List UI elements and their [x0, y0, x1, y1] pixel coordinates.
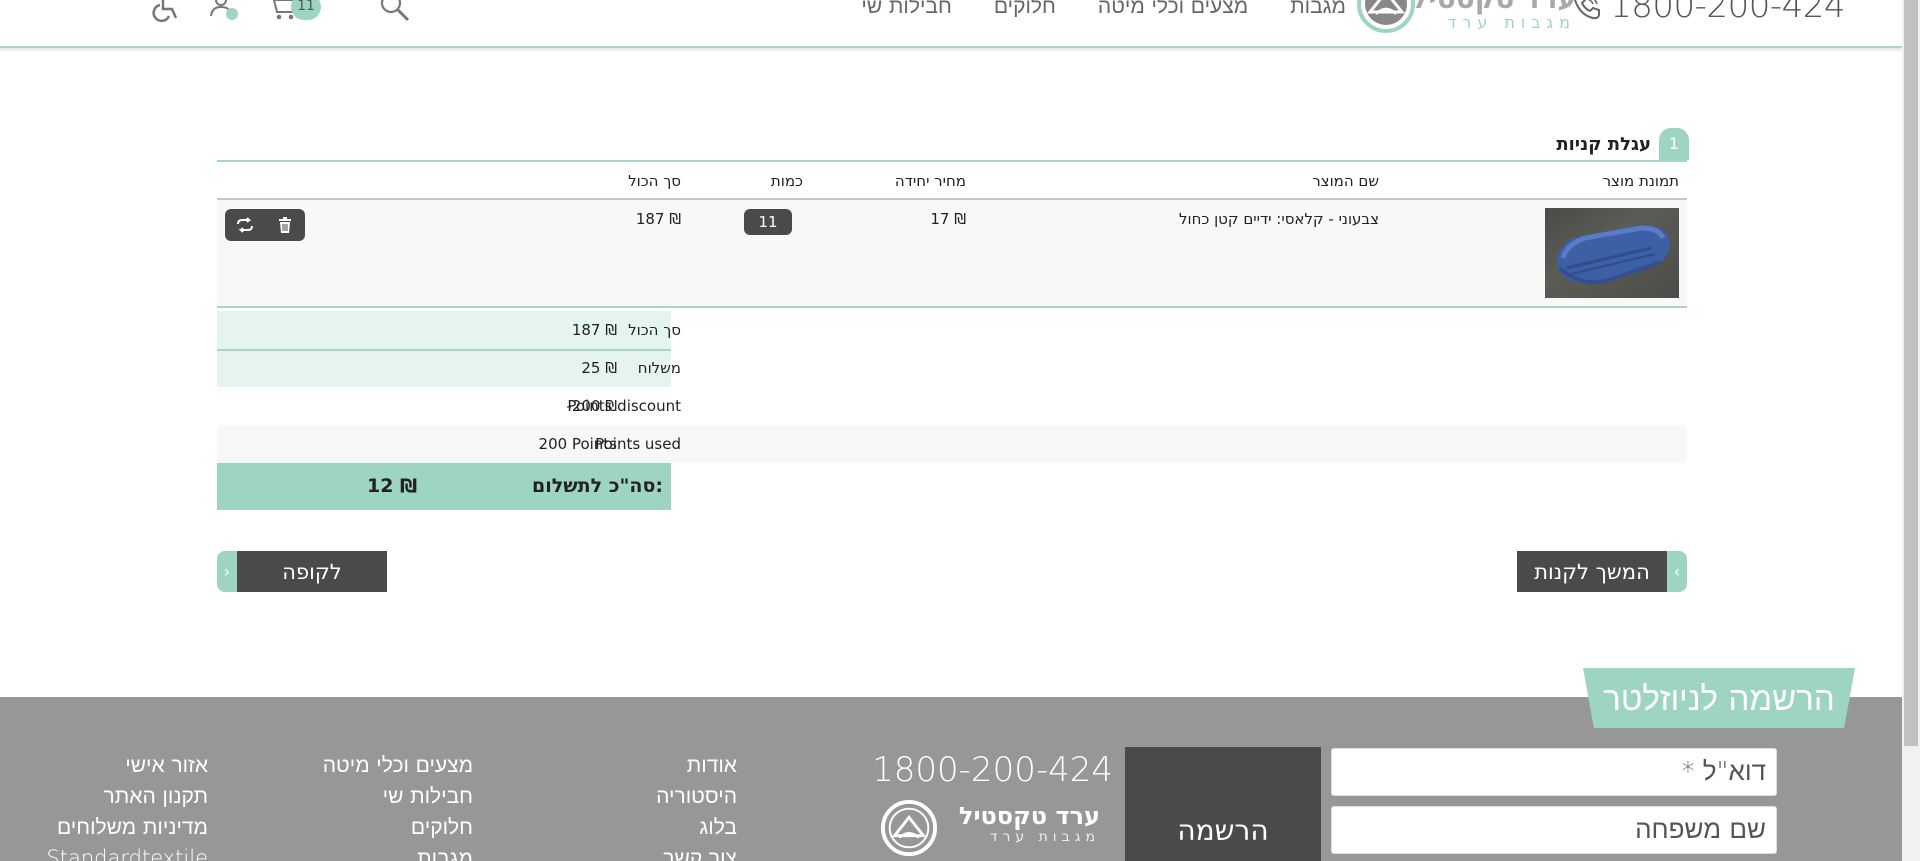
summary-subtotal: סך הכול 187 ₪: [217, 311, 1687, 349]
footer-link[interactable]: Standardtextile: [46, 843, 208, 861]
scrollbar-thumb[interactable]: [1904, 0, 1918, 746]
search-icon[interactable]: [378, 0, 412, 22]
footer-logo[interactable]: ערד טקסטיל מגבות ערד: [880, 797, 1100, 861]
logo-subtitle: מגבות ערד: [1447, 13, 1576, 32]
checkout-label: לקופה: [237, 551, 387, 592]
header-phone[interactable]: 1800-200-424: [1570, 0, 1845, 26]
update-button[interactable]: [231, 211, 259, 239]
product-image[interactable]: [1545, 208, 1679, 298]
col-header-total: סך הכול: [628, 172, 681, 190]
footer-link[interactable]: תקנון האתר: [46, 781, 208, 812]
newsletter-submit-button[interactable]: הרשמה: [1125, 747, 1321, 861]
continue-shopping-button[interactable]: ‹ המשך לקנות: [1517, 551, 1687, 592]
footer-link[interactable]: מצעים וכלי מיטה: [323, 750, 473, 781]
nav-item-bedding[interactable]: מצעים וכלי מיטה: [1098, 0, 1248, 19]
cart-table: תמונת מוצר שם המוצר מחיר יחידה כמות סך ה…: [217, 160, 1687, 308]
footer-link[interactable]: בלוג: [656, 812, 737, 843]
logo-title: ערד טקסטיל: [1411, 0, 1576, 14]
header-phone-number: 1800-200-424: [1610, 0, 1845, 26]
chevron-right-icon: ›: [217, 551, 237, 592]
col-header-image: תמונת מוצר: [1602, 172, 1679, 190]
col-header-unit-price: מחיר יחידה: [894, 172, 966, 190]
row-actions: [225, 209, 305, 241]
step-badge: 1: [1659, 128, 1689, 160]
logo-emblem-icon: [1357, 0, 1415, 33]
footer-link[interactable]: צור קשר: [656, 843, 737, 861]
cart-table-header: תמונת מוצר שם המוצר מחיר יחידה כמות סך ה…: [217, 162, 1687, 200]
points-discount-value: -200 ₪: [566, 397, 617, 415]
accessibility-icon[interactable]: [150, 0, 184, 22]
subtotal-value: 187 ₪: [571, 321, 617, 339]
summary-shipping: משלוח 25 ₪: [217, 349, 1687, 387]
header-logo[interactable]: ערד טקסטיל מגבות ערד: [1356, 0, 1576, 34]
quantity-field[interactable]: 11: [744, 209, 792, 235]
footer-link[interactable]: מדיניות משלוחים: [46, 812, 208, 843]
points-used-value: 200 Points: [538, 435, 617, 453]
footer-link[interactable]: אודות: [656, 750, 737, 781]
footer-link[interactable]: מגבות: [323, 843, 473, 861]
summary-points-used: Points used 200 Points: [217, 425, 1687, 463]
site-header: 1800-200-424 ערד טקסטיל מגבות ערד מגבות …: [0, 0, 1902, 48]
main-nav: מגבות מצעים וכלי מיטה חלוקים חבילות שי: [861, 0, 1346, 19]
footer-links-products: מצעים וכלי מיטה חבילות שי חלוקים מגבות: [323, 750, 473, 861]
footer-link[interactable]: היסטוריה: [656, 781, 737, 812]
cart-title: עגלת קניות: [1556, 133, 1651, 155]
refresh-icon: [237, 217, 253, 233]
footer-logo-subtitle: מגבות ערד: [989, 829, 1100, 845]
col-header-name: שם המוצר: [1312, 172, 1379, 190]
footer-link[interactable]: חבילות שי: [323, 781, 473, 812]
header-icons: [150, 0, 412, 22]
footer-logo-title: ערד טקסטיל: [958, 802, 1100, 830]
newsletter-title: הרשמה לניוזלטר: [1583, 668, 1855, 728]
footer-phone[interactable]: 1800-200-424: [872, 750, 1113, 790]
checkout-button[interactable]: › לקופה: [217, 551, 387, 592]
grand-total-value: 12 ₪: [367, 475, 418, 497]
footer-link[interactable]: אזור אישי: [46, 750, 208, 781]
shipping-label: משלוח: [637, 359, 681, 377]
footer-links-about: אודות היסטוריה בלוג צור קשר: [656, 750, 737, 861]
line-total: 187 ₪: [635, 210, 681, 228]
chevron-left-icon: ‹: [1667, 551, 1687, 592]
summary-points-discount: Points discount -200 ₪: [217, 387, 1687, 425]
footer-link[interactable]: חלוקים: [323, 812, 473, 843]
lastname-field[interactable]: [1331, 806, 1777, 854]
grand-total-label: סה"כ לתשלום:: [532, 475, 663, 497]
subtotal-label: סך הכול: [628, 321, 681, 339]
logo-emblem-icon: [880, 799, 938, 857]
shipping-value: 25 ₪: [581, 359, 617, 377]
cart-heading: 1 עגלת קניות: [1556, 128, 1689, 160]
footer-links-account: אזור אישי תקנון האתר מדיניות משלוחים Sta…: [46, 750, 208, 861]
nav-item-gift-packages[interactable]: חבילות שי: [861, 0, 951, 19]
grand-total: סה"כ לתשלום: 12 ₪: [217, 463, 671, 510]
email-field[interactable]: [1331, 748, 1777, 796]
delete-button[interactable]: [271, 211, 299, 239]
col-header-quantity: כמות: [770, 172, 803, 190]
nav-item-towels[interactable]: מגבות: [1290, 0, 1346, 19]
user-points-icon[interactable]: [208, 0, 242, 22]
page-scrollbar[interactable]: [1902, 0, 1920, 861]
trash-icon: [279, 217, 291, 233]
order-summary: סך הכול 187 ₪ משלוח 25 ₪ Points discount…: [217, 311, 1687, 510]
nav-item-robes[interactable]: חלוקים: [994, 0, 1056, 19]
continue-shopping-label: המשך לקנות: [1517, 551, 1667, 592]
table-row: צבעוני - קלאסי: ידיים קטן כחול 17 ₪ 11 1…: [217, 200, 1687, 308]
unit-price: 17 ₪: [930, 210, 966, 228]
product-name[interactable]: צבעוני - קלאסי: ידיים קטן כחול: [1179, 210, 1379, 228]
